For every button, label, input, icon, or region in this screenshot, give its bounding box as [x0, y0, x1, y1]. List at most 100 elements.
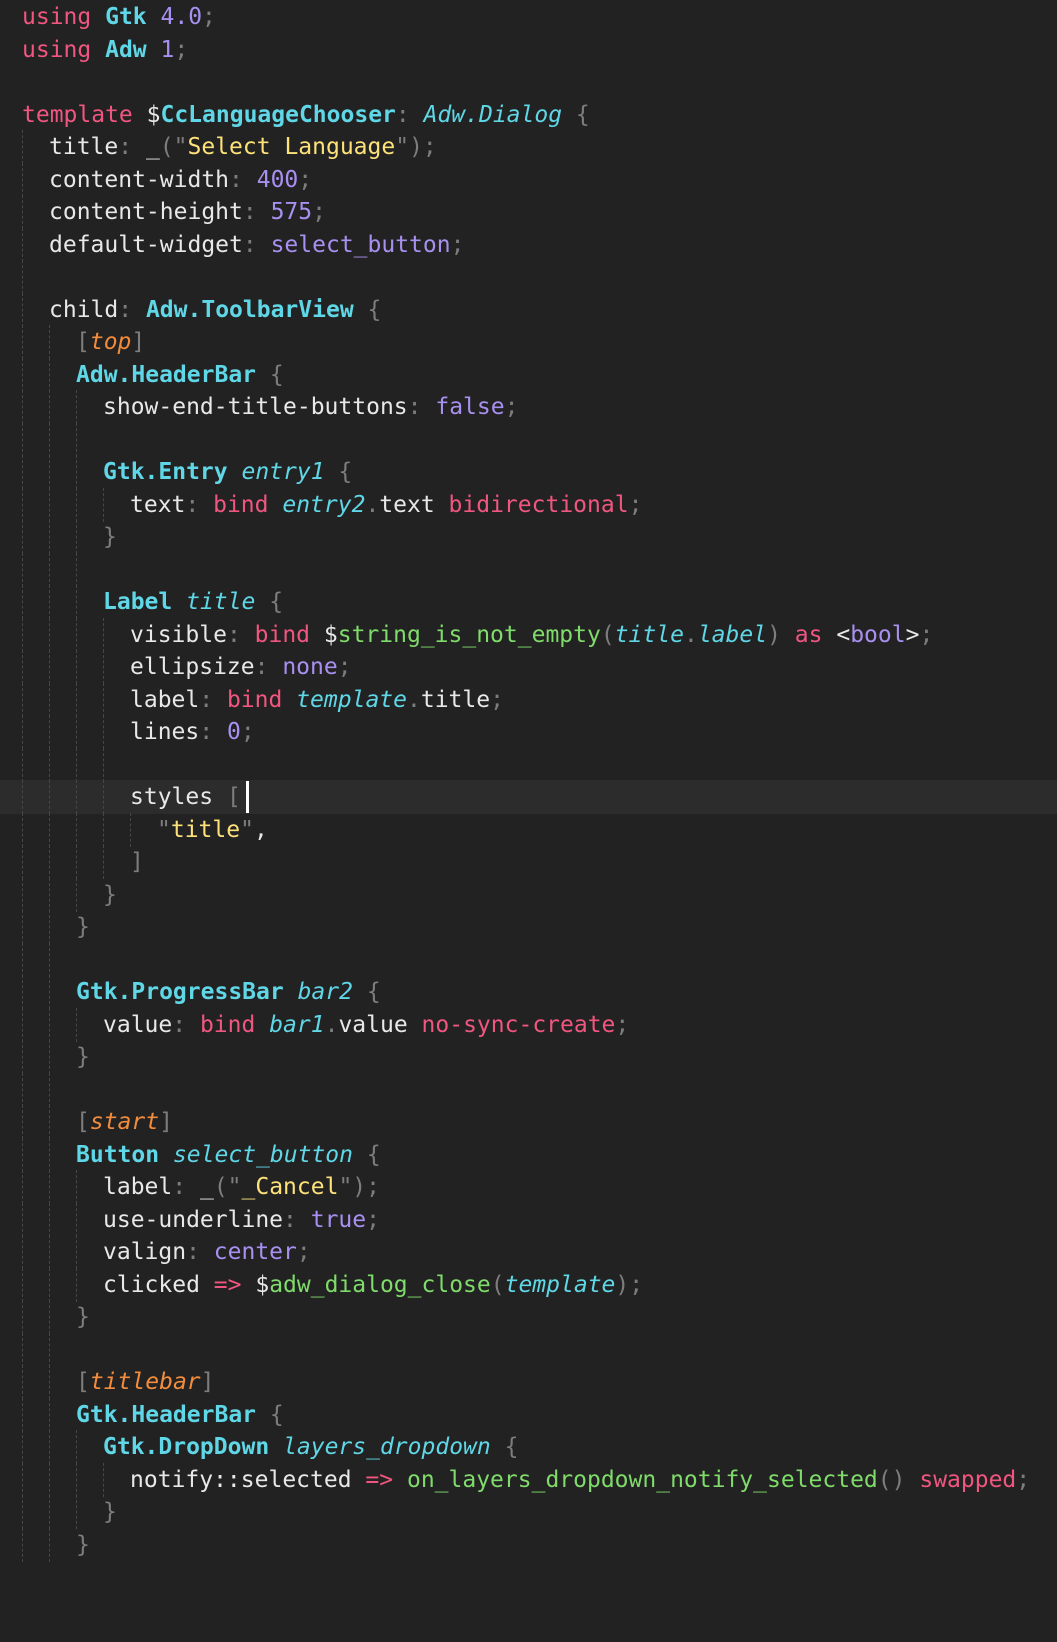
code-token: select_button — [172, 1141, 353, 1168]
code-token: ; — [615, 1011, 630, 1038]
code-line[interactable]: Gtk.HeaderBar { — [0, 1397, 1057, 1432]
indent-guide — [22, 650, 23, 684]
code-line[interactable]: ] — [0, 845, 1057, 879]
indent-guide — [22, 357, 23, 392]
code-line[interactable]: text: bind entry2.text bidirectional; — [0, 487, 1057, 522]
code-line[interactable]: Gtk.DropDown layers_dropdown { — [0, 1430, 1057, 1464]
code-line[interactable] — [0, 747, 1057, 782]
code-line[interactable]: lines: 0; — [0, 715, 1057, 749]
indent-guide — [22, 1235, 23, 1269]
code-line[interactable] — [0, 942, 1057, 977]
code-line[interactable]: styles [ — [0, 780, 1057, 814]
code-line[interactable] — [0, 65, 1057, 99]
code-line[interactable]: clicked => $adw_dialog_close(template); — [0, 1267, 1057, 1302]
code-line[interactable] — [0, 1072, 1057, 1107]
code-line[interactable] — [0, 552, 1057, 587]
code-token: bind — [199, 1011, 256, 1038]
code-line[interactable]: title: _("Select Language"); — [0, 130, 1057, 164]
indent-guide — [76, 1495, 77, 1529]
code-text: Gtk.DropDown layers_dropdown { — [103, 1430, 518, 1464]
code-token: 400 — [256, 166, 299, 193]
code-line[interactable]: } — [0, 1300, 1057, 1334]
indent-guide — [22, 1527, 23, 1562]
code-line[interactable]: value: bind bar1.value no-sync-create; — [0, 1007, 1057, 1042]
code-line[interactable]: Adw.HeaderBar { — [0, 357, 1057, 392]
code-token: Gtk — [105, 4, 147, 30]
code-line[interactable]: Gtk.Entry entry1 { — [0, 455, 1057, 489]
code-token: swapped — [919, 1466, 1017, 1493]
code-token: => — [365, 1466, 394, 1493]
code-line[interactable]: [top] — [0, 325, 1057, 359]
code-token: default-widget — [49, 231, 243, 258]
code-line[interactable]: "title", — [0, 812, 1057, 847]
indent-guide — [49, 455, 50, 489]
code-token: false — [435, 394, 505, 420]
code-line[interactable]: template $CcLanguageChooser: Adw.Dialog … — [0, 98, 1057, 132]
code-token: : — [186, 1239, 214, 1265]
code-line[interactable]: ellipsize: none; — [0, 650, 1057, 684]
code-token: clicked — [103, 1271, 214, 1298]
code-token: _Cancel — [241, 1174, 339, 1200]
code-line[interactable]: } — [0, 1527, 1057, 1562]
code-line[interactable]: } — [0, 877, 1057, 912]
code-token: [ — [226, 784, 241, 810]
code-line[interactable]: child: Adw.ToolbarView { — [0, 292, 1057, 327]
indent-guide — [76, 1267, 77, 1302]
code-line[interactable]: show-end-title-buttons: false; — [0, 390, 1057, 424]
indent-guide — [22, 617, 23, 652]
indent-guide — [22, 942, 23, 977]
code-line[interactable]: } — [0, 910, 1057, 944]
code-line[interactable]: using Adw 1; — [0, 33, 1057, 67]
code-text: [top] — [76, 325, 145, 359]
code-line[interactable]: using Gtk 4.0; — [0, 0, 1057, 34]
code-token: Gtk.HeaderBar — [76, 1401, 257, 1428]
code-token: ; — [628, 491, 643, 518]
indent-guide — [49, 1235, 50, 1269]
code-line[interactable]: valign: center; — [0, 1235, 1057, 1269]
code-line[interactable]: use-underline: true; — [0, 1202, 1057, 1237]
code-line[interactable]: label: _("_Cancel"); — [0, 1170, 1057, 1204]
code-token: ( — [490, 1271, 505, 1298]
indent-guide — [49, 390, 50, 424]
code-line[interactable]: } — [0, 1495, 1057, 1529]
indent-guide — [76, 422, 77, 457]
indent-guide — [22, 1365, 23, 1399]
code-line[interactable]: notify::selected => on_layers_dropdown_n… — [0, 1462, 1057, 1497]
code-line[interactable]: } — [0, 520, 1057, 554]
code-line[interactable]: Label title { — [0, 585, 1057, 619]
indent-guide — [76, 455, 77, 489]
code-line[interactable]: [titlebar] — [0, 1365, 1057, 1399]
indent-guide — [103, 812, 104, 847]
code-token: "); — [338, 1174, 380, 1200]
code-line[interactable] — [0, 260, 1057, 294]
code-token: , — [253, 816, 268, 843]
code-text: using Gtk 4.0; — [22, 0, 216, 34]
code-line[interactable]: label: bind template.title; — [0, 682, 1057, 717]
code-line[interactable] — [0, 422, 1057, 457]
code-text: } — [103, 878, 117, 912]
code-line[interactable] — [0, 1332, 1057, 1367]
code-line[interactable]: Gtk.ProgressBar bar2 { — [0, 975, 1057, 1009]
indent-guide — [103, 617, 104, 652]
code-line[interactable]: Button select_button { — [0, 1137, 1057, 1172]
indent-guide — [49, 975, 50, 1009]
code-line[interactable]: [start] — [0, 1105, 1057, 1139]
code-line[interactable]: content-height: 575; — [0, 195, 1057, 229]
code-editor[interactable]: using Gtk 4.0; using Adw 1; template $CcLa… — [0, 0, 1057, 1642]
code-token: entry1 — [241, 459, 325, 485]
code-token: { — [490, 1434, 519, 1460]
code-line[interactable]: content-width: 400; — [0, 162, 1057, 197]
indent-guide — [49, 325, 50, 359]
code-token: Label — [103, 589, 173, 615]
code-line[interactable]: visible: bind $string_is_not_empty(title… — [0, 617, 1057, 652]
code-line[interactable]: default-widget: select_button; — [0, 227, 1057, 262]
code-text: label: bind template.title; — [130, 683, 504, 717]
code-line[interactable]: } — [0, 1040, 1057, 1074]
indent-guide — [76, 520, 77, 554]
code-token: Adw.ToolbarView — [145, 296, 354, 323]
code-token: ] — [131, 329, 146, 355]
